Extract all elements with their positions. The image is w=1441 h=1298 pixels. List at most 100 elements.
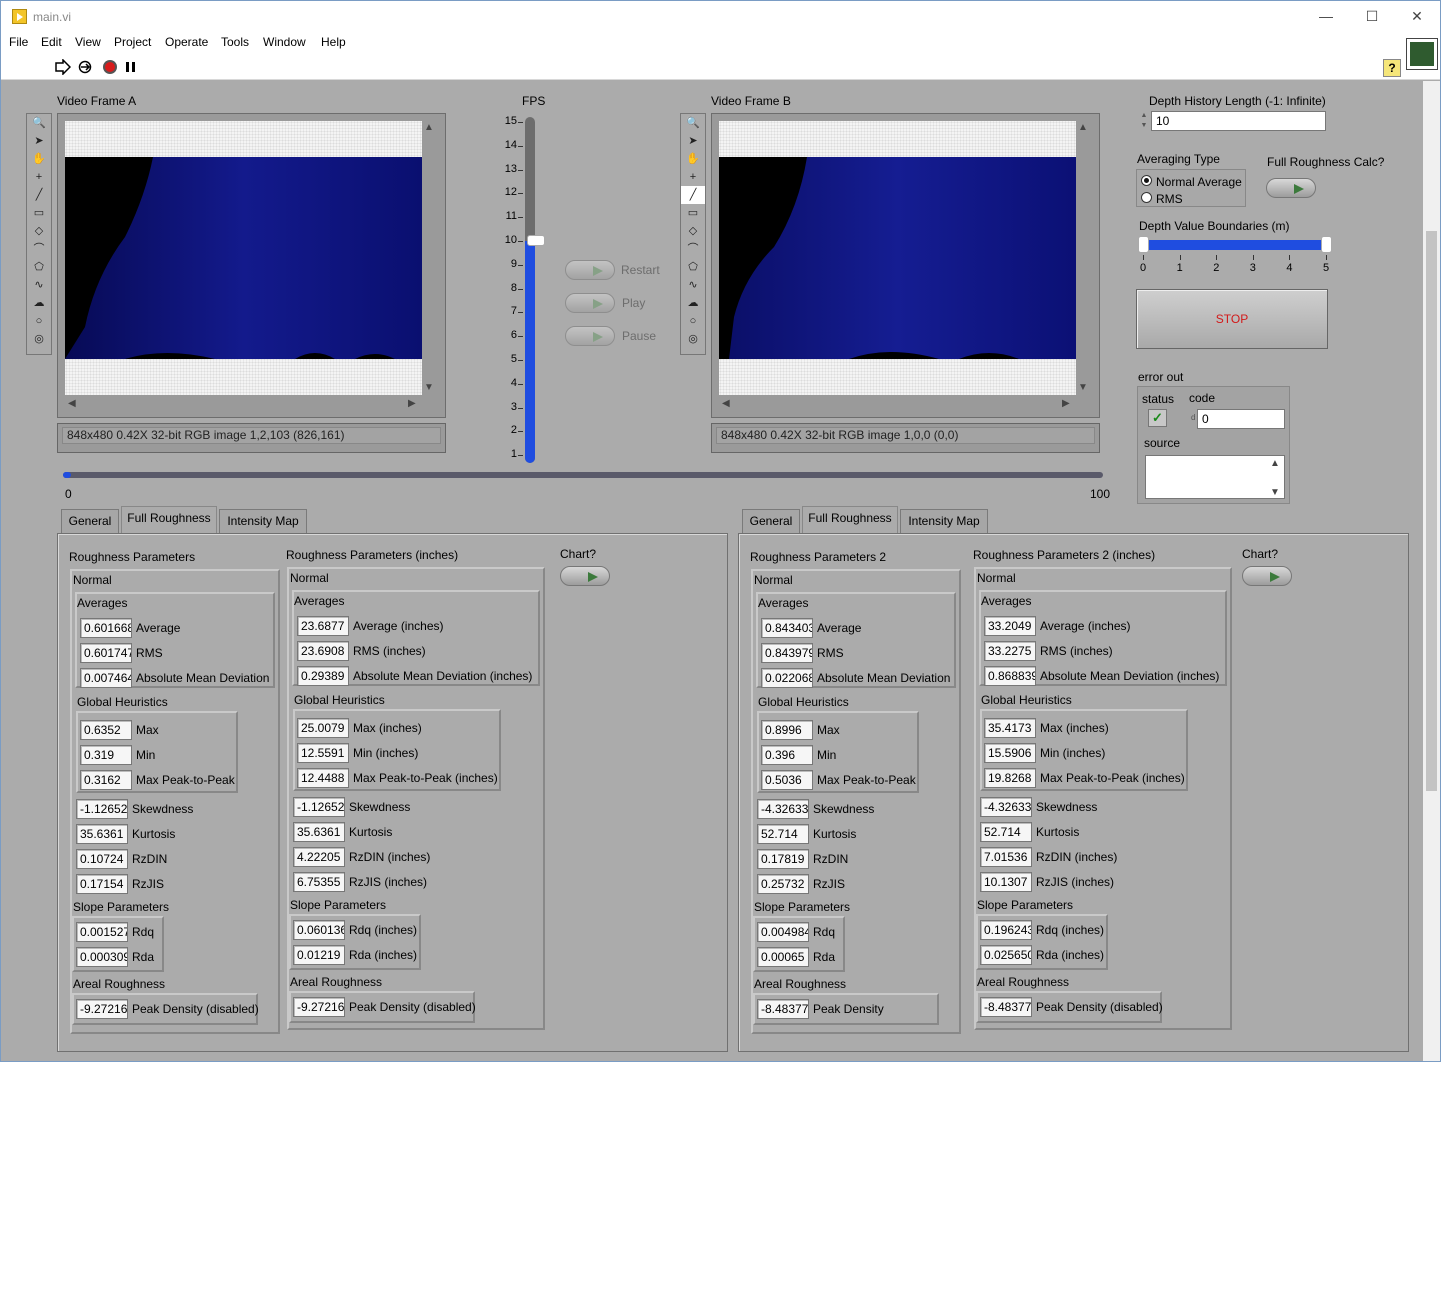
scrollbar-thumb[interactable] [1426,231,1437,791]
radio-normal-average[interactable] [1141,175,1152,186]
zoom-tool-icon[interactable]: 🔍 [681,114,705,132]
tab-intensity-map[interactable]: Intensity Map [900,509,988,533]
stop-button[interactable]: STOP [1136,289,1328,349]
chart-toggle-label: Chart? [560,547,597,561]
pointer-tool-icon[interactable]: ➤ [27,132,51,150]
image-display-b[interactable]: ▲ ▼ ◀ ▶ [711,113,1100,418]
chart-toggle[interactable] [1242,566,1292,586]
rectangle-tool-icon[interactable]: ▭ [27,204,51,222]
fps-tick-mark [518,407,523,409]
close-button[interactable]: ✕ [1394,1,1440,32]
rotated-rect-tool-icon[interactable]: ◇ [27,222,51,240]
point-tool-icon[interactable]: + [681,168,705,186]
fps-tick-label: 10 [504,234,517,246]
slope-parameters-label: Slope Parameters [73,900,170,914]
vertical-scrollbar[interactable] [1423,81,1440,1061]
minimize-button[interactable]: — [1303,1,1349,32]
source-scroll-down[interactable]: ▼ [1270,487,1280,498]
depth-bounds-slider[interactable] [1140,240,1330,250]
heuristic-value: 0.5036 [761,770,813,790]
fps-label: FPS [522,94,546,108]
scroll-up-arrow[interactable]: ▲ [1078,122,1088,133]
rotated-rect-tool-icon[interactable]: ◇ [681,222,705,240]
average-value: 0.843403 [761,618,813,638]
oval-tool-icon[interactable]: ○ [27,312,51,330]
annulus-tool-icon[interactable]: ⌒ [27,240,51,258]
annulus-region-icon[interactable]: ◎ [681,330,705,348]
annulus-tool-icon[interactable]: ⌒ [681,240,705,258]
run-icon[interactable] [55,59,71,75]
image-display-a[interactable]: ▲ ▼ ◀ ▶ [57,113,446,418]
pan-tool-icon[interactable]: ✋ [27,150,51,168]
scroll-down-arrow[interactable]: ▼ [424,382,434,393]
point-tool-icon[interactable]: + [27,168,51,186]
tab-full-roughness[interactable]: Full Roughness [802,506,898,533]
scroll-left-arrow[interactable]: ◀ [722,398,730,409]
depth-tick-mark [1143,255,1144,260]
menu-operate[interactable]: Operate [165,35,208,49]
depth-bounds-high-thumb[interactable] [1321,236,1332,253]
menu-project[interactable]: Project [114,35,151,49]
frame-progress-thumb[interactable] [63,472,71,478]
tab-general[interactable]: General [61,509,119,533]
depth-history-spinner[interactable]: ▲ ▼ [1139,111,1149,131]
normal-label: Normal [754,573,793,587]
chart-toggle[interactable] [560,566,610,586]
slope-name: Rda (inches) [349,948,418,962]
scroll-up-arrow[interactable]: ▲ [424,122,434,133]
scroll-down-arrow[interactable]: ▼ [1078,382,1088,393]
pause-icon[interactable] [123,59,139,75]
tab-general[interactable]: General [742,509,800,533]
heuristic-name: Min [817,748,837,762]
depth-tick-label: 3 [1249,262,1256,274]
rectangle-tool-icon[interactable]: ▭ [681,204,705,222]
oval-tool-icon[interactable]: ○ [681,312,705,330]
statistic-name: Kurtosis [132,827,176,841]
radio-rms[interactable] [1141,192,1152,203]
fps-slider-thumb[interactable] [527,235,545,246]
depth-history-input[interactable]: 10 [1151,111,1326,131]
fps-tick-mark [518,288,523,290]
polygon-tool-icon[interactable]: ⬠ [27,258,51,276]
maximize-button[interactable]: ☐ [1349,1,1395,32]
scroll-right-arrow[interactable]: ▶ [1062,398,1070,409]
averages-label: Averages [294,594,345,608]
menu-view[interactable]: View [75,35,101,49]
pause-button[interactable] [565,326,615,346]
full-roughness-calc-toggle[interactable] [1266,178,1316,198]
pan-tool-icon[interactable]: ✋ [681,150,705,168]
scroll-left-arrow[interactable]: ◀ [68,398,76,409]
frame-progress-slider[interactable] [63,472,1103,478]
menu-help[interactable]: Help [321,35,346,49]
line-tool-icon[interactable]: ╱ [681,186,705,204]
freehand-region-icon[interactable]: ☁ [27,294,51,312]
annulus-region-icon[interactable]: ◎ [27,330,51,348]
depth-tick-mark [1326,255,1327,260]
tab-full-roughness[interactable]: Full Roughness [121,506,217,533]
menu-edit[interactable]: Edit [41,35,62,49]
freehand-tool-icon[interactable]: ∿ [27,276,51,294]
menu-window[interactable]: Window [263,35,306,49]
source-scroll-up[interactable]: ▲ [1270,458,1280,469]
freehand-tool-icon[interactable]: ∿ [681,276,705,294]
menu-file[interactable]: File [9,35,28,49]
depth-bounds-low-thumb[interactable] [1138,236,1149,253]
average-name: Absolute Mean Deviation [817,671,951,685]
freehand-region-icon[interactable]: ☁ [681,294,705,312]
run-continuously-icon[interactable] [77,59,93,75]
polygon-tool-icon[interactable]: ⬠ [681,258,705,276]
group-title: Roughness Parameters [69,550,196,564]
code-value: 0 [1197,409,1285,429]
scroll-right-arrow[interactable]: ▶ [408,398,416,409]
play-button[interactable] [565,293,615,313]
tab-intensity-map[interactable]: Intensity Map [219,509,307,533]
average-name: Average (inches) [1040,619,1131,633]
line-tool-icon[interactable]: ╱ [27,186,51,204]
statistic-name: Skewdness [1036,800,1098,814]
context-help-icon[interactable]: ? [1383,59,1401,77]
pointer-tool-icon[interactable]: ➤ [681,132,705,150]
zoom-tool-icon[interactable]: 🔍 [27,114,51,132]
restart-button[interactable] [565,260,615,280]
menu-tools[interactable]: Tools [221,35,249,49]
abort-icon[interactable] [102,59,118,75]
